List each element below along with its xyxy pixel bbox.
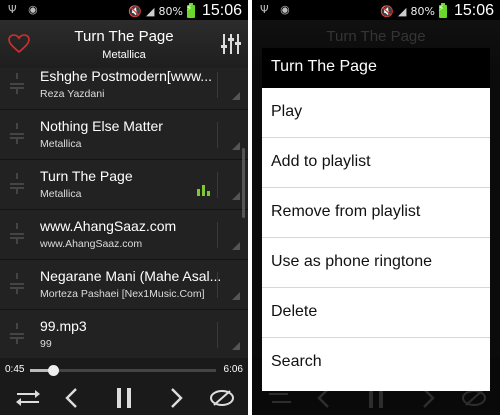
drag-handle-icon[interactable] <box>10 123 24 144</box>
battery-charging-icon <box>438 2 447 18</box>
track-menu-icon[interactable] <box>232 292 240 300</box>
menu-item-play[interactable]: Play <box>262 88 490 138</box>
status-bar: Ψ ◉ 🔇 ◢ 80% 15:06 <box>0 0 248 20</box>
track-menu-icon[interactable] <box>232 142 240 150</box>
track-menu-icon[interactable] <box>232 92 240 100</box>
track-menu-icon[interactable] <box>232 192 240 200</box>
context-menu-title: Turn The Page <box>262 48 490 88</box>
menu-item-delete[interactable]: Delete <box>262 288 490 338</box>
track-row[interactable]: Eshghe Postmodern[www... Reza Yazdani <box>0 68 248 110</box>
context-menu-dialog: Turn The Page Play Add to playlist Remov… <box>262 48 490 391</box>
next-icon[interactable] <box>162 386 190 410</box>
seek-thumb[interactable] <box>47 365 59 376</box>
mute-icon: 🔇 <box>380 4 395 18</box>
track-title: www.AhangSaaz.com <box>40 218 177 234</box>
divider <box>217 122 218 148</box>
track-row[interactable]: Nothing Else Matter Metallica <box>0 110 248 160</box>
shuffle-icon[interactable] <box>14 386 42 410</box>
repeat-icon[interactable] <box>208 386 236 410</box>
divider <box>217 222 218 248</box>
drag-handle-icon[interactable] <box>10 73 24 94</box>
track-artist: Reza Yazdani <box>40 88 105 100</box>
divider <box>217 272 218 298</box>
current-time: 0:45 <box>5 364 25 375</box>
track-title: Nothing Else Matter <box>40 118 163 134</box>
signal-icon: ◢ <box>398 4 407 18</box>
sync-icon: ◉ <box>280 3 290 16</box>
now-playing-artist: Metallica <box>102 49 146 61</box>
battery-percent: 80% <box>158 4 183 18</box>
clock: 15:06 <box>453 2 494 19</box>
track-title: Turn The Page <box>40 168 133 184</box>
heart-icon[interactable] <box>8 34 30 54</box>
equalizer-icon[interactable] <box>220 32 242 56</box>
status-bar: Ψ ◉ 🔇 ◢ 80% 15:06 <box>252 0 500 20</box>
divider <box>217 322 218 348</box>
player-header: Turn The Page Metallica <box>0 20 248 68</box>
drag-handle-icon[interactable] <box>10 223 24 244</box>
track-row-playing[interactable]: Turn The Page Metallica <box>0 160 248 210</box>
menu-item-search[interactable]: Search <box>262 338 490 388</box>
track-title: 99.mp3 <box>40 318 87 334</box>
divider <box>217 172 218 198</box>
previous-icon[interactable] <box>58 386 86 410</box>
now-playing-title: Turn The Page <box>74 28 174 45</box>
now-playing-bars-icon <box>197 184 213 196</box>
sync-icon: ◉ <box>28 3 38 16</box>
battery-charging-icon <box>186 2 195 18</box>
battery-percent: 80% <box>410 4 435 18</box>
track-artist: 99 <box>40 338 52 350</box>
menu-item-remove-from-playlist[interactable]: Remove from playlist <box>262 188 490 238</box>
drag-handle-icon[interactable] <box>10 173 24 194</box>
pause-icon[interactable] <box>110 386 138 410</box>
player-controls: 0:45 6:06 <box>0 358 248 415</box>
track-row[interactable]: Negarane Mani (Mahe Asal... Morteza Pash… <box>0 260 248 310</box>
track-title: Eshghe Postmodern[www... <box>40 68 212 84</box>
track-list[interactable]: Eshghe Postmodern[www... Reza Yazdani No… <box>0 68 248 358</box>
menu-item-use-as-ringtone[interactable]: Use as phone ringtone <box>262 238 490 288</box>
total-time: 6:06 <box>223 364 243 375</box>
drag-handle-icon[interactable] <box>10 273 24 294</box>
drag-handle-icon[interactable] <box>10 323 24 344</box>
mute-icon: 🔇 <box>128 4 143 18</box>
track-title: Negarane Mani (Mahe Asal... <box>40 268 220 284</box>
track-menu-icon[interactable] <box>232 242 240 250</box>
track-row[interactable]: 99.mp3 99 <box>0 310 248 358</box>
track-artist: www.AhangSaaz.com <box>40 238 143 250</box>
track-menu-icon[interactable] <box>232 342 240 350</box>
divider <box>217 72 218 98</box>
track-artist: Metallica <box>40 138 82 150</box>
track-row[interactable]: www.AhangSaaz.com www.AhangSaaz.com <box>0 210 248 260</box>
seek-bar[interactable] <box>30 365 216 376</box>
usb-icon: Ψ <box>260 3 269 16</box>
track-artist: Morteza Pashaei [Nex1Music.Com] <box>40 288 205 300</box>
track-artist: Metallica <box>40 188 82 200</box>
usb-icon: Ψ <box>8 3 17 16</box>
menu-item-add-to-playlist[interactable]: Add to playlist <box>262 138 490 188</box>
now-playing-screen: Ψ ◉ 🔇 ◢ 80% 15:06 Turn The Page Metallic… <box>0 0 248 415</box>
context-menu-screen: Ψ ◉ 🔇 ◢ 80% 15:06 Turn The Page <box>252 0 500 415</box>
list-scrollbar[interactable] <box>242 148 245 218</box>
clock: 15:06 <box>201 2 242 19</box>
signal-icon: ◢ <box>146 4 155 18</box>
